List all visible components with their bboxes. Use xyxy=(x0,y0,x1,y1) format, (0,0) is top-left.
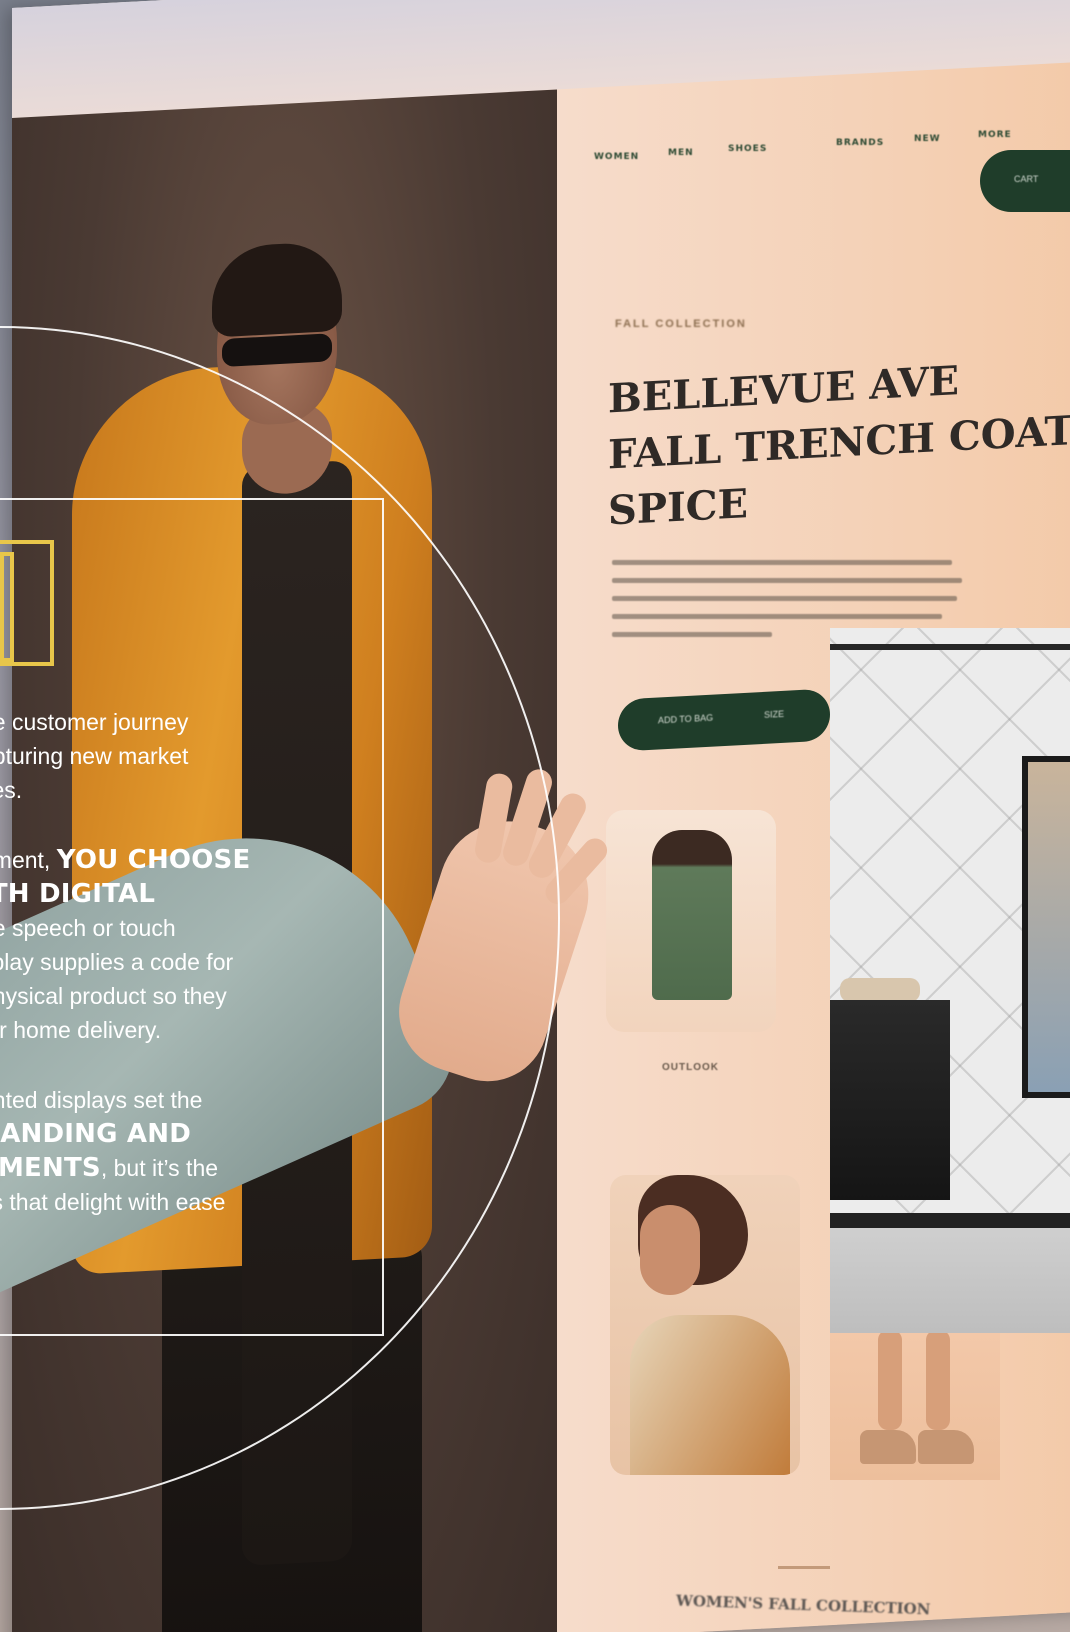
nav-item-brands[interactable]: BRANDS xyxy=(836,138,884,148)
nav-item-more[interactable]: MORE xyxy=(978,130,1012,140)
heel-shoe-icon xyxy=(918,1430,974,1464)
size-label: SIZE xyxy=(764,708,785,720)
yellow-letter-glyph xyxy=(0,552,14,662)
product-card-3[interactable] xyxy=(830,1330,1000,1480)
copy-paragraph-1: ne customer journey apturing new market … xyxy=(0,709,189,803)
shoe-display xyxy=(840,978,920,1002)
sunglasses-icon xyxy=(222,333,332,367)
product-title: BELLEVUE AVE FALL TRENCH COAT SPICE xyxy=(608,348,1070,539)
sidewalk xyxy=(830,1228,1070,1333)
nav-item-men[interactable]: MEN xyxy=(668,148,694,158)
green-coat-thumbnail xyxy=(652,830,732,1000)
product-card-2[interactable] xyxy=(610,1175,800,1475)
card-caption: OUTLOOK xyxy=(662,1062,719,1073)
copy-paragraph-2: nment, YOU CHOOSE ITH DIGITAL de speech … xyxy=(0,845,251,1043)
overlay-copy: ne customer journey apturing new market … xyxy=(0,705,380,1255)
heel-shoe-icon xyxy=(860,1430,916,1464)
nav-item-shoes[interactable]: SHOES xyxy=(728,144,767,154)
nav-item-new[interactable]: NEW xyxy=(914,134,941,144)
add-to-bag-button[interactable]: ADD TO BAG SIZE xyxy=(618,688,830,752)
nav-item-women[interactable]: WOMEN xyxy=(594,152,639,162)
add-to-bag-label: ADD TO BAG xyxy=(658,712,714,726)
window-display-screen xyxy=(1022,756,1070,1098)
storefront-photo xyxy=(830,628,1070,1333)
display-counter xyxy=(830,1000,950,1200)
footer-divider xyxy=(778,1566,830,1569)
copy-paragraph-3: unted displays set the RANDING AND EMENT… xyxy=(0,1087,226,1215)
scene: WOMEN MEN SHOES BRANDS NEW MORE CART FAL… xyxy=(0,0,1070,1632)
cart-button[interactable]: CART xyxy=(980,150,1070,212)
collection-eyebrow: FALL COLLECTION xyxy=(615,318,747,330)
model-hair xyxy=(212,240,342,338)
cart-button-label: CART xyxy=(1014,174,1039,184)
